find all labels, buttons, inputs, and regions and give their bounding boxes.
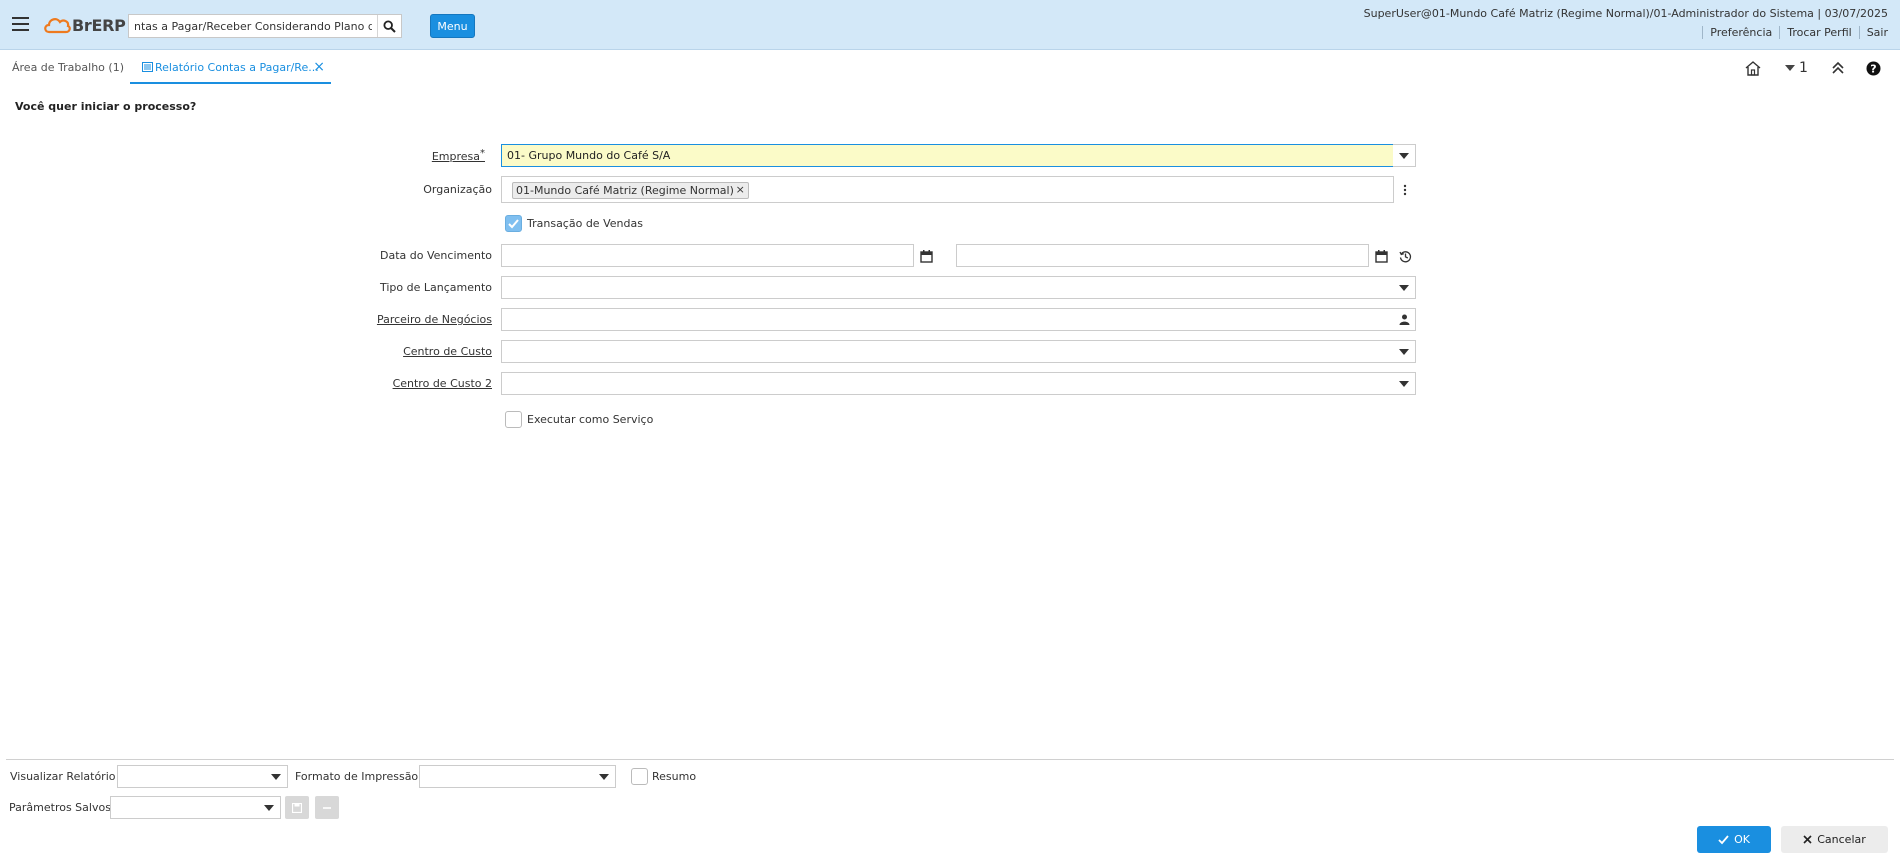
parceiro-negocios-field[interactable] bbox=[501, 308, 1394, 331]
data-vencimento-to-input[interactable] bbox=[957, 245, 1368, 266]
menu-button[interactable]: Menu bbox=[430, 14, 475, 38]
window-tabs: Área de Trabalho (1) Relatório Contas a … bbox=[0, 51, 1900, 85]
parametros-salvos-field[interactable] bbox=[110, 796, 259, 819]
person-icon bbox=[1399, 314, 1409, 325]
parametros-salvos-label: Parâmetros Salvos bbox=[9, 801, 111, 814]
tipo-lancamento-label: Tipo de Lançamento bbox=[379, 281, 492, 294]
tab-workspace[interactable]: Área de Trabalho (1) bbox=[12, 51, 124, 84]
search-input[interactable] bbox=[129, 15, 377, 37]
top-header: BrERP Menu SuperUser@01-Mundo Café Matri… bbox=[0, 0, 1900, 50]
tab-report[interactable]: Relatório Contas a Pagar/Re... × bbox=[130, 51, 331, 84]
visualizar-relatorio-field[interactable] bbox=[117, 765, 266, 788]
close-icon bbox=[1803, 835, 1812, 844]
formato-impressao-dropdown[interactable] bbox=[593, 765, 616, 788]
window-list-dropdown[interactable]: 1 bbox=[1785, 59, 1808, 77]
ok-button[interactable]: OK bbox=[1697, 826, 1771, 853]
transacao-vendas-label: Transação de Vendas bbox=[527, 217, 643, 230]
tipo-lancamento-field[interactable] bbox=[501, 276, 1394, 299]
cancel-label: Cancelar bbox=[1817, 833, 1866, 846]
report-icon bbox=[142, 62, 153, 72]
empresa-label-text: Empresa bbox=[431, 150, 480, 163]
tab-report-label: Relatório Contas a Pagar/Re... bbox=[155, 61, 319, 74]
bottom-divider bbox=[6, 759, 1894, 760]
parceiro-negocios-label[interactable]: Parceiro de Negócios bbox=[340, 313, 492, 326]
data-vencimento-from-input[interactable] bbox=[502, 245, 913, 266]
chevron-down-icon bbox=[1399, 152, 1409, 159]
chevron-down-icon bbox=[1399, 348, 1409, 355]
chevron-down-icon bbox=[1399, 284, 1409, 291]
close-tab-icon[interactable]: × bbox=[313, 51, 325, 84]
organizacao-label: Organização bbox=[423, 183, 492, 196]
remove-chip-icon[interactable]: × bbox=[736, 182, 745, 197]
check-icon bbox=[1718, 834, 1729, 844]
data-vencimento-to-field[interactable] bbox=[956, 244, 1369, 267]
executar-servico-checkbox[interactable] bbox=[505, 411, 522, 428]
centro-custo-2-label[interactable]: Centro de Custo 2 bbox=[340, 377, 492, 390]
required-marker: * bbox=[480, 148, 485, 159]
check-icon bbox=[508, 219, 519, 229]
centro-custo-field[interactable] bbox=[501, 340, 1394, 363]
more-vertical-icon[interactable] bbox=[1399, 181, 1411, 199]
user-context-info: SuperUser@01-Mundo Café Matriz (Regime N… bbox=[1363, 7, 1888, 20]
menu-icon[interactable] bbox=[12, 17, 29, 31]
window-count: 1 bbox=[1799, 60, 1808, 76]
formato-impressao-label: Formato de Impressão bbox=[295, 770, 419, 783]
history-icon[interactable] bbox=[1396, 247, 1414, 265]
data-vencimento-from-field[interactable] bbox=[501, 244, 914, 267]
process-question: Você quer iniciar o processo? bbox=[15, 100, 197, 113]
organizacao-chip-label: 01-Mundo Café Matriz (Regime Normal) bbox=[516, 184, 734, 197]
chevron-down-icon bbox=[1399, 380, 1409, 387]
empresa-label[interactable]: Empresa* bbox=[340, 148, 485, 163]
delete-icon bbox=[323, 806, 331, 809]
logo-text: BrERP bbox=[72, 15, 126, 35]
preferences-link[interactable]: Preferência bbox=[1702, 26, 1779, 39]
chevron-down-icon bbox=[1785, 65, 1795, 71]
svg-text:?: ? bbox=[1870, 62, 1876, 75]
chevron-down-icon bbox=[271, 773, 281, 780]
visualizar-relatorio-dropdown[interactable] bbox=[265, 765, 288, 788]
brerp-logo[interactable]: BrERP bbox=[43, 13, 126, 37]
centro-custo-label[interactable]: Centro de Custo bbox=[340, 345, 492, 358]
logout-link[interactable]: Sair bbox=[1858, 26, 1895, 39]
empresa-dropdown-button[interactable] bbox=[1393, 144, 1416, 167]
transacao-vendas-checkbox[interactable] bbox=[505, 215, 522, 232]
change-role-link[interactable]: Trocar Perfil bbox=[1779, 26, 1858, 39]
resumo-checkbox[interactable] bbox=[631, 768, 648, 785]
empresa-field[interactable] bbox=[501, 144, 1394, 167]
save-icon bbox=[292, 802, 302, 813]
search-icon[interactable] bbox=[377, 15, 401, 37]
cancel-button[interactable]: Cancelar bbox=[1781, 826, 1888, 853]
data-vencimento-label: Data do Vencimento bbox=[380, 249, 492, 262]
chevron-down-icon bbox=[264, 804, 274, 811]
executar-servico-label: Executar como Serviço bbox=[527, 413, 654, 426]
calendar-icon[interactable] bbox=[917, 247, 935, 265]
menu-search bbox=[128, 14, 402, 38]
centro-custo-2-field[interactable] bbox=[501, 372, 1394, 395]
delete-params-button[interactable] bbox=[315, 796, 339, 819]
centro-custo-dropdown-button[interactable] bbox=[1393, 340, 1416, 363]
formato-impressao-field[interactable] bbox=[419, 765, 594, 788]
organizacao-chip: 01-Mundo Café Matriz (Regime Normal) × bbox=[512, 182, 749, 199]
help-icon[interactable]: ? bbox=[1866, 59, 1881, 77]
parceiro-search-button[interactable] bbox=[1393, 308, 1416, 331]
visualizar-relatorio-label: Visualizar Relatório bbox=[10, 770, 116, 783]
ok-label: OK bbox=[1734, 833, 1750, 846]
chevron-down-icon bbox=[599, 773, 609, 780]
calendar-icon[interactable] bbox=[1372, 247, 1390, 265]
parametros-salvos-dropdown[interactable] bbox=[258, 796, 281, 819]
cloud-logo-icon bbox=[44, 18, 71, 34]
centro-custo-2-dropdown-button[interactable] bbox=[1393, 372, 1416, 395]
tipo-lancamento-dropdown-button[interactable] bbox=[1393, 276, 1416, 299]
empresa-input[interactable] bbox=[502, 145, 1393, 166]
user-links: Preferência Trocar Perfil Sair bbox=[1702, 26, 1895, 39]
save-params-button[interactable] bbox=[285, 796, 309, 819]
resumo-label: Resumo bbox=[652, 770, 697, 783]
home-icon[interactable] bbox=[1745, 59, 1761, 77]
collapse-icon[interactable] bbox=[1831, 59, 1845, 77]
